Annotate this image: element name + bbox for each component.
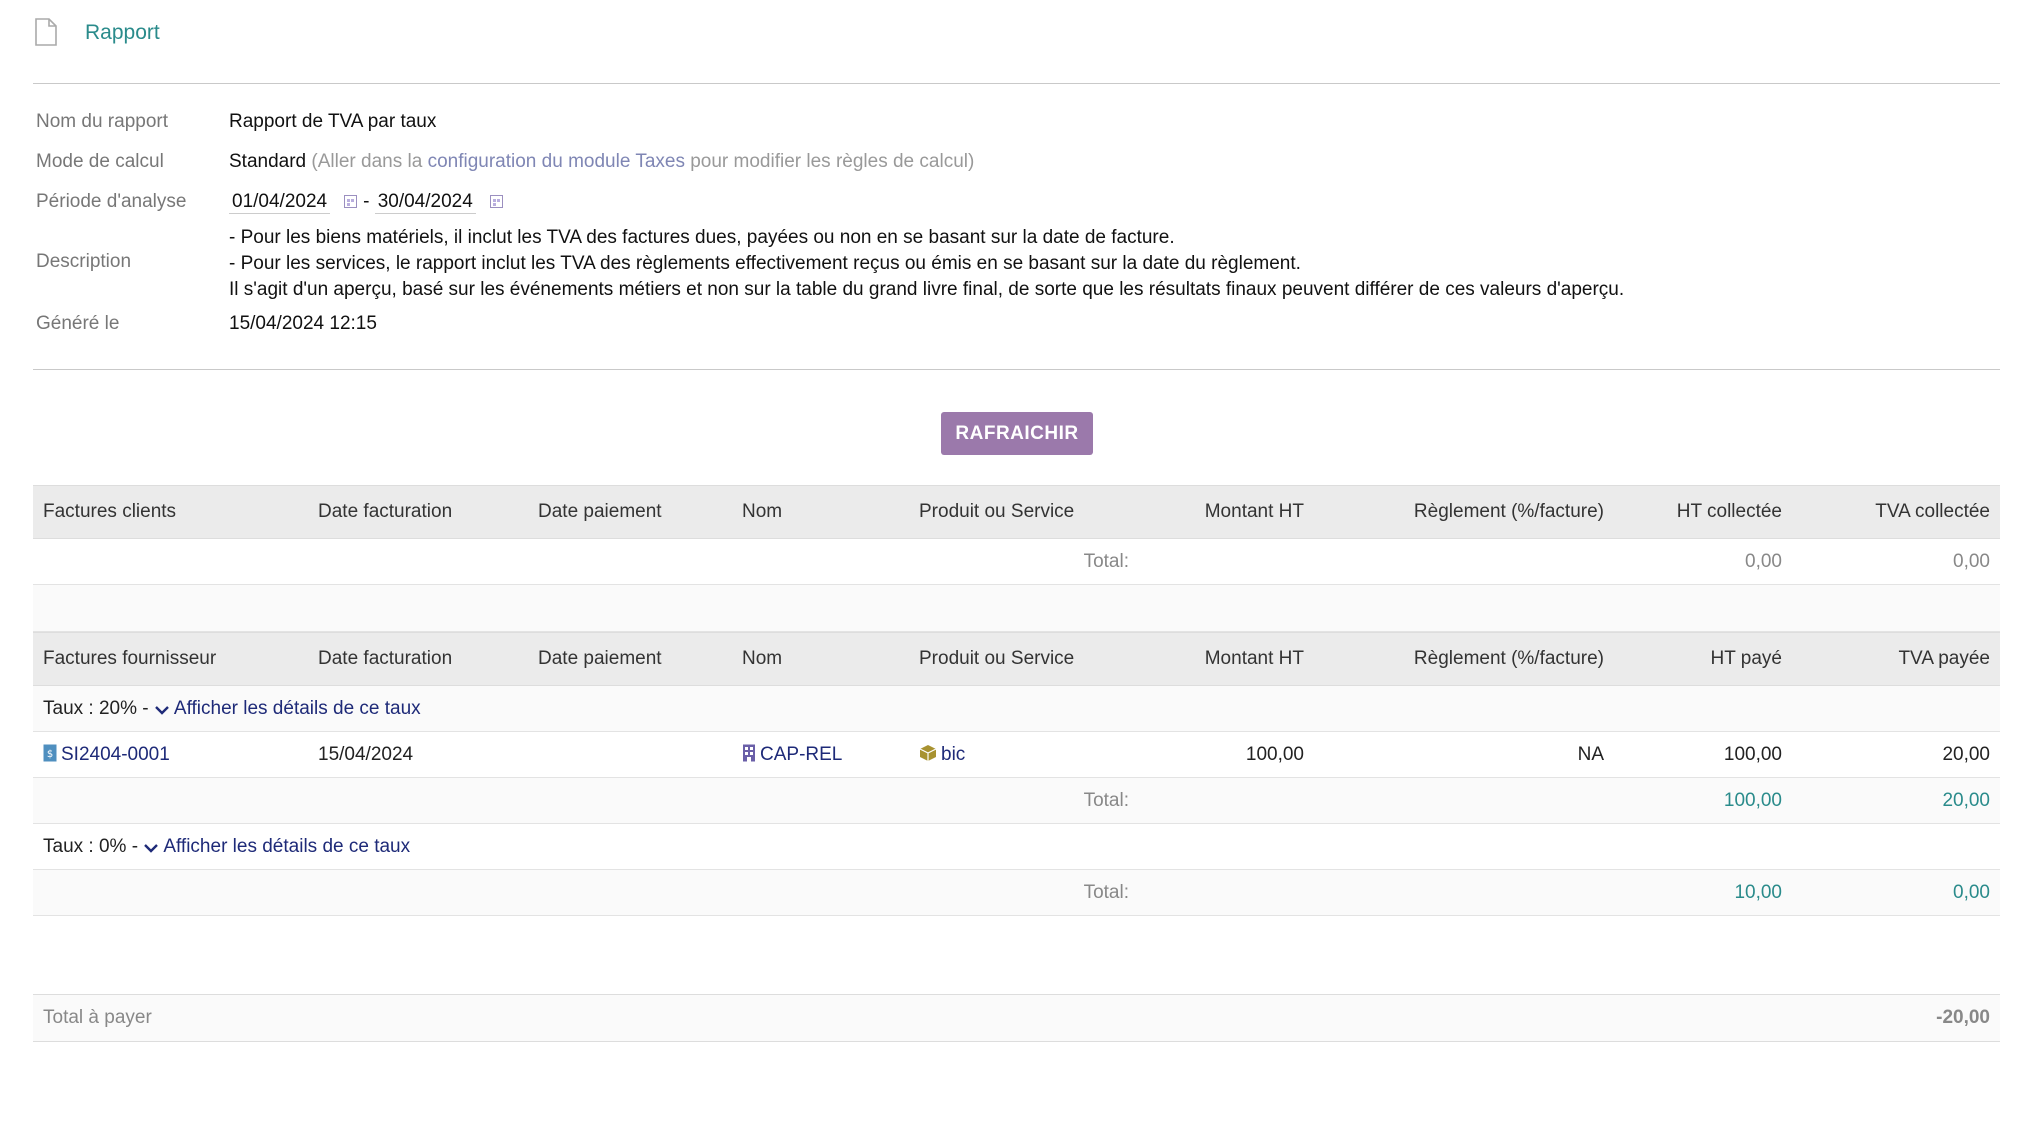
col-header: Montant HT [1139, 632, 1314, 686]
product-box-icon [919, 744, 937, 761]
building-icon [743, 744, 755, 762]
total-label: Total: [909, 538, 1314, 585]
total-a-payer-label: Total à payer [43, 1007, 152, 1028]
invoice-link[interactable]: SI2404-0001 [61, 744, 170, 765]
fournisseurs-header-row: Factures fournisseur Date facturation Da… [33, 632, 2000, 686]
date-separator: - [363, 191, 370, 212]
col-header: Produit ou Service [909, 485, 1139, 539]
tva-payee-cell: 20,00 [1792, 731, 2000, 778]
col-header: Date paiement [528, 485, 732, 539]
total-a-payer-value: -20,00 [1936, 1007, 1990, 1028]
invoice-ref-cell: $ SI2404-0001 [33, 731, 308, 778]
date-facturation-cell: 15/04/2024 [308, 731, 528, 778]
invoice-icon: $ [43, 744, 57, 761]
nom-cell: CAP-REL [732, 731, 909, 778]
col-header: Montant HT [1139, 485, 1314, 539]
periode-label: Période d'analyse [36, 191, 187, 212]
mode-label: Mode de calcul [36, 151, 164, 172]
description-line: Il s'agit d'un aperçu, basé sur les évén… [229, 279, 1625, 300]
total-ht: 0,00 [1614, 538, 1792, 585]
description-line: - Pour les biens matériels, il inclut le… [229, 227, 1175, 248]
calendar-icon[interactable] [489, 195, 503, 208]
periode-value: 01/04/2024 - 30/04/2024 [229, 191, 509, 214]
group-total-row: Total: 100,00 20,00 [33, 777, 2000, 824]
mode-standard: Standard [229, 151, 307, 172]
taux-group-row: Taux : 0% - Afficher les détails de ce t… [33, 823, 2000, 870]
date-paiement-cell [528, 731, 732, 778]
thirdparty-link[interactable]: CAP-REL [760, 744, 842, 765]
clients-table: Factures clients Date facturation Date p… [33, 485, 2000, 632]
montant-ht-cell: 100,00 [1139, 731, 1314, 778]
col-header: Produit ou Service [909, 632, 1139, 686]
col-header: Règlement (%/facture) [1314, 485, 1614, 539]
tab-rapport[interactable]: Rapport [85, 21, 160, 45]
report-page: Rapport Nom du rapport Rapport de TVA pa… [0, 0, 2025, 1137]
col-header: Date facturation [308, 485, 528, 539]
col-header: Date facturation [308, 632, 528, 686]
col-header: TVA collectée [1792, 485, 2000, 539]
chevron-down-icon[interactable] [143, 842, 159, 854]
nom-value: Rapport de TVA par taux [229, 111, 437, 132]
total-tva: 20,00 [1792, 777, 2000, 824]
col-header: TVA payée [1792, 632, 2000, 686]
total-label: Total: [909, 777, 1314, 824]
group-total-row: Total: 10,00 0,00 [33, 869, 2000, 916]
description-line: - Pour les services, le rapport inclut l… [229, 253, 1301, 274]
taux-label: Taux : 0% - [43, 835, 144, 857]
produit-cell: bic [909, 731, 1139, 778]
total-tva: 0,00 [1792, 538, 2000, 585]
taux-group-row: Taux : 20% - Afficher les détails de ce … [33, 685, 2000, 732]
total-a-payer-row: Total à payer -20,00 [33, 994, 2000, 1042]
clients-header-row: Factures clients Date facturation Date p… [33, 485, 2000, 539]
description-text: - Pour les biens matériels, il inclut le… [229, 225, 1624, 303]
report-info: Nom du rapport Rapport de TVA par taux M… [33, 83, 2000, 370]
date-to-field[interactable]: 30/04/2024 [374, 191, 476, 214]
tab-bar: Rapport [33, 0, 2000, 84]
ht-paye-cell: 100,00 [1614, 731, 1792, 778]
refresh-button[interactable]: RAFRAICHIR [941, 412, 1093, 455]
table-row: $ SI2404-0001 15/04/2024 CAP-REL bic 100,… [33, 731, 2000, 778]
chevron-down-icon[interactable] [154, 704, 170, 716]
col-header: Factures clients [33, 485, 308, 539]
mode-value: Standard (Aller dans la configuration du… [229, 151, 974, 173]
mode-hint-post: pour modifier les règles de calcul) [684, 151, 975, 172]
afficher-details-link[interactable]: Afficher les détails de ce taux [174, 698, 421, 719]
col-header: Nom [732, 485, 909, 539]
total-tva: 0,00 [1792, 869, 2000, 916]
taxes-config-link[interactable]: configuration du module Taxes [428, 151, 685, 172]
nom-label: Nom du rapport [36, 111, 169, 132]
clients-total-row: Total: 0,00 0,00 [33, 538, 2000, 585]
product-link[interactable]: bic [941, 744, 965, 765]
col-header: Nom [732, 632, 909, 686]
col-header: HT payé [1614, 632, 1792, 686]
total-ht: 10,00 [1614, 869, 1792, 916]
reglement-cell: NA [1314, 731, 1614, 778]
svg-text:$: $ [47, 749, 53, 760]
description-label: Description [36, 251, 132, 272]
taux-group-cell: Taux : 0% - Afficher les détails de ce t… [33, 823, 2000, 870]
col-header: HT collectée [1614, 485, 1792, 539]
file-icon [35, 18, 57, 46]
genere-value: 15/04/2024 12:15 [229, 313, 377, 334]
calendar-icon[interactable] [344, 195, 358, 208]
col-header: Factures fournisseur [33, 632, 308, 686]
spacer-row [33, 584, 2000, 632]
fournisseurs-table: Factures fournisseur Date facturation Da… [33, 632, 2000, 916]
total-label: Total: [909, 869, 1314, 916]
col-header: Règlement (%/facture) [1314, 632, 1614, 686]
afficher-details-link[interactable]: Afficher les détails de ce taux [163, 836, 410, 857]
col-header: Date paiement [528, 632, 732, 686]
date-from-field[interactable]: 01/04/2024 [229, 191, 331, 214]
total-ht: 100,00 [1614, 777, 1792, 824]
taux-label: Taux : 20% - [43, 697, 154, 719]
mode-hint-pre: (Aller dans la [311, 151, 428, 172]
genere-label: Généré le [36, 313, 120, 334]
taux-group-cell: Taux : 20% - Afficher les détails de ce … [33, 685, 2000, 732]
